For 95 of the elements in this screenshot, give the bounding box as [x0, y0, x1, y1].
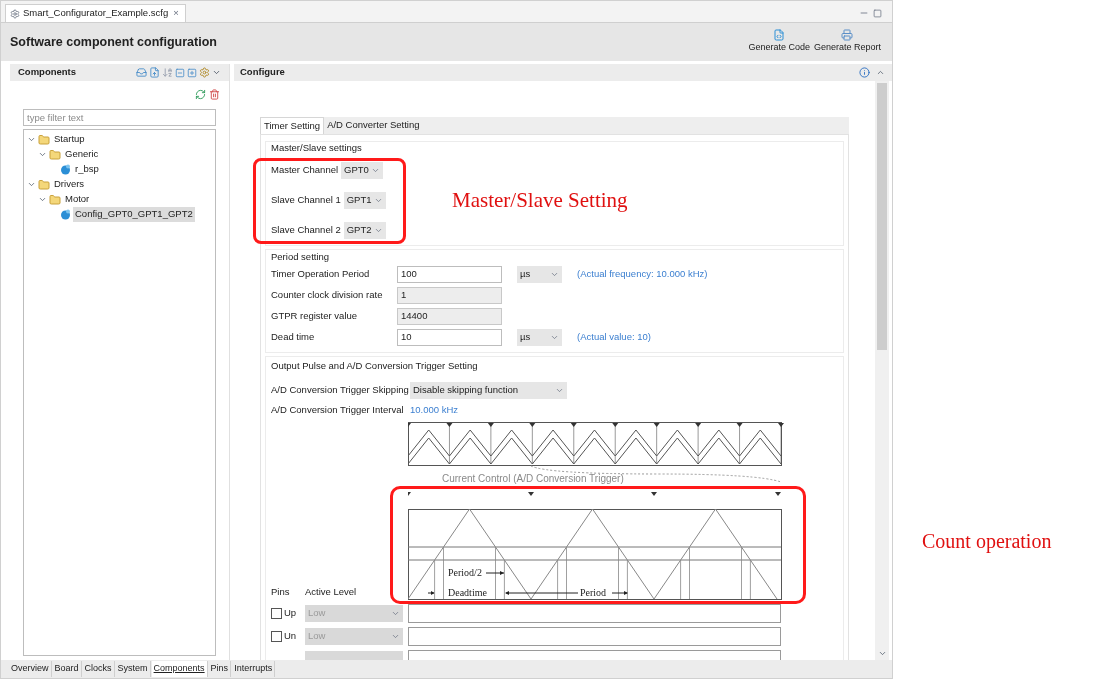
field-label: Slave Channel 1	[271, 192, 341, 207]
input-field[interactable]: 10	[397, 329, 502, 346]
close-button[interactable]: ×	[171, 6, 181, 21]
bottom-tab[interactable]: Interrupts	[232, 661, 276, 677]
expand-all-icon[interactable]	[187, 67, 197, 78]
component-icon	[60, 209, 71, 220]
tree-item[interactable]: Motor	[63, 192, 92, 207]
settings-tab[interactable]: Timer Setting	[260, 117, 325, 134]
deadtime-arrow	[427, 591, 435, 595]
field-label: Slave Channel 2	[271, 222, 341, 237]
period-label: Period	[580, 587, 607, 598]
field-label: A/D Conversion Trigger Interval	[271, 402, 405, 417]
bottom-tab[interactable]: Clocks	[82, 661, 115, 677]
field-label: Dead time	[271, 330, 316, 345]
readonly-field: 14400	[397, 308, 502, 325]
chevron-down-icon[interactable]	[38, 150, 47, 159]
editor-tab-title: Smart_Configurator_Example.scfg	[23, 6, 169, 21]
trash-icon[interactable]	[209, 89, 220, 100]
field-label: A/D Conversion Trigger Skipping	[271, 382, 410, 397]
checkbox[interactable]	[271, 607, 282, 619]
note-text: (Actual value: 10)	[577, 330, 651, 345]
diagram-caption: Current Control (A/D Conversion Trigger)	[442, 473, 624, 484]
toolbar-button[interactable]: Generate Report	[811, 29, 883, 55]
unit-select[interactable]: µs	[517, 329, 562, 346]
chevron-down-icon[interactable]	[27, 180, 36, 189]
scroll-down-icon[interactable]	[877, 649, 887, 658]
gear-icon[interactable]	[199, 67, 210, 78]
tree-item[interactable]: Drivers	[52, 177, 87, 192]
refresh-icon[interactable]	[195, 89, 206, 100]
tree-item[interactable]: r_bsp	[73, 162, 101, 177]
pin-output-field[interactable]	[408, 626, 781, 646]
active-level-heading: Active Level	[305, 584, 357, 599]
tray-icon[interactable]	[136, 67, 147, 78]
field-label: Timer Operation Period	[271, 267, 371, 282]
scrollbar[interactable]	[875, 81, 889, 660]
bottom-tab[interactable]: Pins	[208, 661, 232, 677]
pins-heading: Pins	[271, 584, 291, 599]
dropdown-caret-icon[interactable]	[212, 68, 221, 77]
bottom-tab[interactable]: Overview	[9, 661, 52, 677]
input-field[interactable]: 100	[397, 266, 502, 283]
filter-field[interactable]: type filter text	[23, 109, 216, 126]
collapse-all-icon[interactable]	[175, 67, 185, 78]
readonly-field: 1	[397, 287, 502, 304]
unit-select[interactable]: µs	[517, 266, 562, 283]
field-label: Master Channel	[271, 162, 339, 177]
tree-item[interactable]: Startup	[52, 132, 87, 147]
code-file-icon	[773, 29, 786, 42]
annotation-text: Count operation	[922, 529, 1052, 555]
note-text: (Actual frequency: 10.000 kHz)	[577, 267, 708, 282]
annotation-text: Master/Slave Setting	[452, 187, 628, 214]
info-icon[interactable]	[859, 67, 870, 78]
scrollbar-thumb[interactable]	[877, 83, 887, 350]
group-title: Master/Slave settings	[271, 141, 363, 155]
field-label: Counter clock division rate	[271, 288, 384, 303]
bottom-tab[interactable]: System	[115, 661, 151, 677]
chevron-down-icon	[550, 333, 559, 342]
folder-icon	[49, 148, 61, 161]
half-period-arrow	[485, 571, 505, 575]
maximize-icon[interactable]	[873, 9, 882, 18]
channel-select[interactable]: GPT2	[343, 221, 386, 239]
settings-tab[interactable]: A/D Converter Setting	[324, 117, 423, 134]
chevron-down-icon[interactable]	[27, 135, 36, 144]
group-title: Output Pulse and A/D Conversion Trigger Setting	[271, 359, 479, 373]
bottom-tab[interactable]: Board	[52, 661, 82, 677]
channel-select[interactable]: GPT1	[343, 191, 386, 209]
sort-icon[interactable]	[162, 67, 173, 78]
group-title: Period setting	[271, 250, 331, 264]
pin-label: Un	[284, 628, 297, 643]
folder-icon	[38, 178, 50, 191]
gear-icon	[10, 8, 20, 19]
printer-icon	[841, 29, 854, 42]
folder-icon	[49, 193, 61, 206]
folder-icon	[38, 133, 50, 146]
field-label: GTPR register value	[271, 309, 359, 324]
pin-output-field[interactable]	[408, 603, 781, 623]
checkbox[interactable]	[271, 630, 282, 642]
panel-title: Configure	[240, 65, 285, 80]
pin-label: Up	[284, 605, 297, 620]
half-period-label: Period/2	[448, 567, 482, 578]
interval-value: 10.000 kHz	[410, 402, 459, 417]
skipping-select[interactable]: Disable skipping function	[410, 381, 567, 399]
scroll-up-icon[interactable]	[876, 68, 885, 77]
chevron-down-icon[interactable]	[38, 195, 47, 204]
tree-item[interactable]: Generic	[63, 147, 101, 162]
page-title: Software component configuration	[10, 33, 217, 51]
channel-select[interactable]: GPT0	[341, 161, 384, 179]
component-icon	[60, 164, 71, 175]
panel-title: Components	[18, 65, 77, 80]
toolbar-button[interactable]: Generate Code	[746, 29, 812, 55]
bottom-tab[interactable]: Components	[151, 661, 208, 677]
deadtime-label: Deadtime	[448, 587, 487, 598]
chevron-down-icon	[550, 270, 559, 279]
file-up-icon[interactable]	[149, 67, 160, 78]
tree-item[interactable]: Config_GPT0_GPT1_GPT2	[73, 207, 195, 222]
editor-tab[interactable]: Smart_Configurator_Example.scfg ×	[5, 4, 186, 22]
